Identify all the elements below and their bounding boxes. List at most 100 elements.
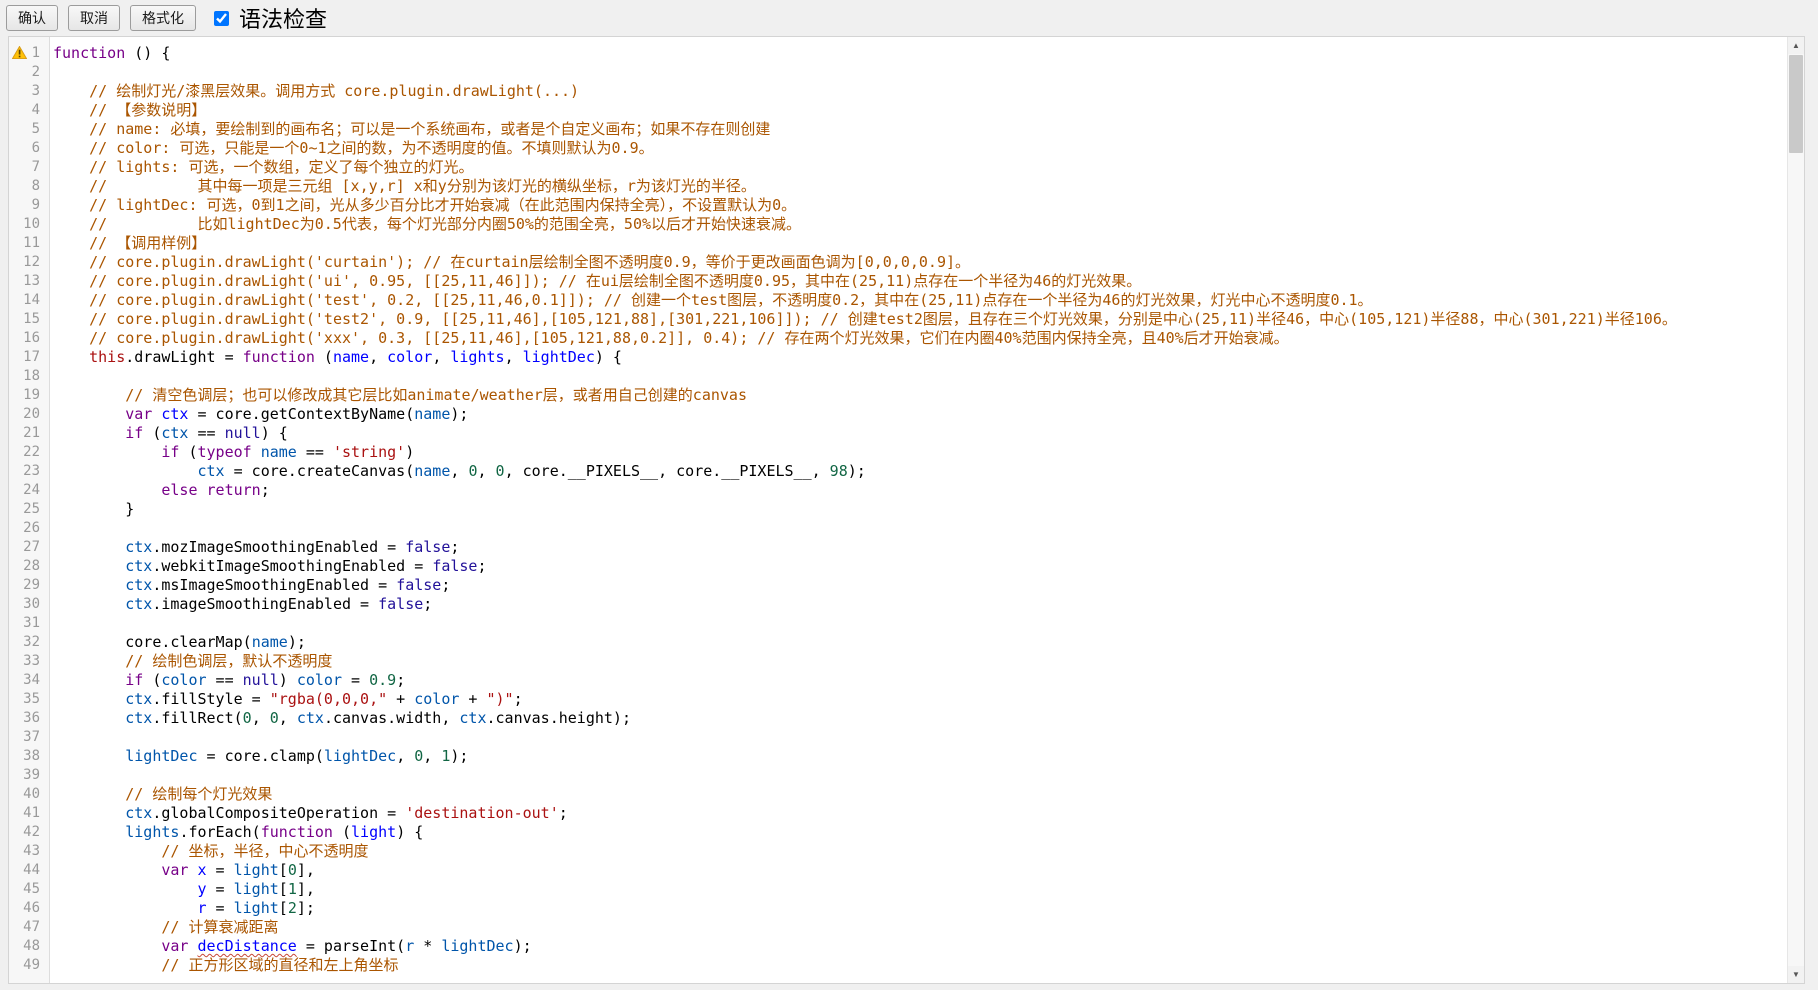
line-number: 16 — [9, 329, 45, 348]
code-line[interactable]: 38 lightDec = core.clamp(lightDec, 0, 1)… — [9, 747, 1787, 766]
line-number: 2 — [9, 63, 45, 82]
code-editor[interactable]: 1function () {23 // 绘制灯光/漆黑层效果。调用方式 core… — [8, 36, 1805, 984]
code-line[interactable]: 47 // 计算衰减距离 — [9, 918, 1787, 937]
line-number: 8 — [9, 177, 45, 196]
confirm-button[interactable]: 确认 — [6, 5, 58, 31]
code-line[interactable]: 48 var decDistance = parseInt(r * lightD… — [9, 937, 1787, 956]
code-line[interactable]: 21 if (ctx == null) { — [9, 424, 1787, 443]
code-line[interactable]: 1function () { — [9, 44, 1787, 63]
line-number: 12 — [9, 253, 45, 272]
line-number: 22 — [9, 443, 45, 462]
code-line[interactable]: 37 — [9, 728, 1787, 747]
code-line[interactable]: 24 else return; — [9, 481, 1787, 500]
toolbar: 确认 取消 格式化 语法检查 — [0, 0, 1818, 36]
code-line[interactable]: 31 — [9, 614, 1787, 633]
line-number: 31 — [9, 614, 45, 633]
code-line[interactable]: 17 this.drawLight = function (name, colo… — [9, 348, 1787, 367]
cancel-button[interactable]: 取消 — [68, 5, 120, 31]
code-line[interactable]: 13 // core.plugin.drawLight('ui', 0.95, … — [9, 272, 1787, 291]
code-line[interactable]: 42 lights.forEach(function (light) { — [9, 823, 1787, 842]
code-line[interactable]: 49 // 正方形区域的直径和左上角坐标 — [9, 956, 1787, 975]
scroll-down-button[interactable]: ▼ — [1788, 966, 1804, 983]
code-line[interactable]: 45 y = light[1], — [9, 880, 1787, 899]
line-number: 48 — [9, 937, 45, 956]
code-line[interactable]: 5 // name: 必填，要绘制到的画布名；可以是一个系统画布，或者是个自定义… — [9, 120, 1787, 139]
code-line[interactable]: 19 // 清空色调层；也可以修改成其它层比如animate/weather层，… — [9, 386, 1787, 405]
code-line[interactable]: 26 — [9, 519, 1787, 538]
code-line[interactable]: 34 if (color == null) color = 0.9; — [9, 671, 1787, 690]
line-number: 37 — [9, 728, 45, 747]
code-line[interactable]: 11 // 【调用样例】 — [9, 234, 1787, 253]
code-line[interactable]: 8 // 其中每一项是三元组 [x,y,r] x和y分别为该灯光的横纵坐标，r为… — [9, 177, 1787, 196]
line-number: 6 — [9, 139, 45, 158]
code-line[interactable]: 6 // color: 可选，只能是一个0~1之间的数，为不透明度的值。不填则默… — [9, 139, 1787, 158]
line-number: 33 — [9, 652, 45, 671]
code-line[interactable]: 39 — [9, 766, 1787, 785]
scrollbar[interactable]: ▲ ▼ — [1787, 37, 1804, 983]
code-line[interactable]: 2 — [9, 63, 1787, 82]
code-line[interactable]: 7 // lights: 可选，一个数组，定义了每个独立的灯光。 — [9, 158, 1787, 177]
line-number: 32 — [9, 633, 45, 652]
code-line[interactable]: 30 ctx.imageSmoothingEnabled = false; — [9, 595, 1787, 614]
code-line[interactable]: 9 // lightDec: 可选，0到1之间，光从多少百分比才开始衰减（在此范… — [9, 196, 1787, 215]
code-line[interactable]: 20 var ctx = core.getContextByName(name)… — [9, 405, 1787, 424]
syntax-check-checkbox[interactable] — [214, 11, 229, 26]
line-number: 5 — [9, 120, 45, 139]
format-button[interactable]: 格式化 — [130, 5, 196, 31]
code-line[interactable]: 41 ctx.globalCompositeOperation = 'desti… — [9, 804, 1787, 823]
syntax-check-label: 语法检查 — [239, 2, 327, 34]
code-line[interactable]: 33 // 绘制色调层，默认不透明度 — [9, 652, 1787, 671]
code-line[interactable]: 16 // core.plugin.drawLight('xxx', 0.3, … — [9, 329, 1787, 348]
code-line[interactable]: 22 if (typeof name == 'string') — [9, 443, 1787, 462]
line-number: 44 — [9, 861, 45, 880]
line-number: 21 — [9, 424, 45, 443]
line-number: 42 — [9, 823, 45, 842]
code-line[interactable]: 36 ctx.fillRect(0, 0, ctx.canvas.width, … — [9, 709, 1787, 728]
scroll-thumb[interactable] — [1789, 55, 1803, 153]
line-number: 26 — [9, 519, 45, 538]
code-line[interactable]: 15 // core.plugin.drawLight('test2', 0.9… — [9, 310, 1787, 329]
line-number: 4 — [9, 101, 45, 120]
scroll-up-button[interactable]: ▲ — [1788, 37, 1804, 54]
line-number: 24 — [9, 481, 45, 500]
code-line[interactable]: 25 } — [9, 500, 1787, 519]
line-number: 17 — [9, 348, 45, 367]
code-line[interactable]: 23 ctx = core.createCanvas(name, 0, 0, c… — [9, 462, 1787, 481]
code-line[interactable]: 12 // core.plugin.drawLight('curtain'); … — [9, 253, 1787, 272]
line-number: 18 — [9, 367, 45, 386]
code-line[interactable]: 28 ctx.webkitImageSmoothingEnabled = fal… — [9, 557, 1787, 576]
code-line[interactable]: 35 ctx.fillStyle = "rgba(0,0,0," + color… — [9, 690, 1787, 709]
line-number: 40 — [9, 785, 45, 804]
code-line[interactable]: 43 // 坐标，半径，中心不透明度 — [9, 842, 1787, 861]
code-line[interactable]: 46 r = light[2]; — [9, 899, 1787, 918]
code-line[interactable]: 44 var x = light[0], — [9, 861, 1787, 880]
code-line[interactable]: 18 — [9, 367, 1787, 386]
warning-icon[interactable] — [12, 46, 27, 59]
line-number: 11 — [9, 234, 45, 253]
chevron-up-icon: ▲ — [1792, 41, 1800, 50]
line-number: 27 — [9, 538, 45, 557]
line-number: 35 — [9, 690, 45, 709]
line-number: 28 — [9, 557, 45, 576]
code-line[interactable]: 27 ctx.mozImageSmoothingEnabled = false; — [9, 538, 1787, 557]
line-number: 25 — [9, 500, 45, 519]
line-number: 47 — [9, 918, 45, 937]
line-number: 14 — [9, 291, 45, 310]
line-number: 3 — [9, 82, 45, 101]
code-line[interactable]: 4 // 【参数说明】 — [9, 101, 1787, 120]
code-line[interactable]: 29 ctx.msImageSmoothingEnabled = false; — [9, 576, 1787, 595]
line-number: 41 — [9, 804, 45, 823]
code-line[interactable]: 3 // 绘制灯光/漆黑层效果。调用方式 core.plugin.drawLig… — [9, 82, 1787, 101]
line-number: 7 — [9, 158, 45, 177]
code-line[interactable]: 32 core.clearMap(name); — [9, 633, 1787, 652]
line-number: 39 — [9, 766, 45, 785]
code-line[interactable]: 10 // 比如lightDec为0.5代表，每个灯光部分内圈50%的范围全亮，… — [9, 215, 1787, 234]
line-number: 10 — [9, 215, 45, 234]
code-lines[interactable]: 1function () {23 // 绘制灯光/漆黑层效果。调用方式 core… — [9, 37, 1787, 983]
code-line[interactable]: 40 // 绘制每个灯光效果 — [9, 785, 1787, 804]
line-number: 34 — [9, 671, 45, 690]
line-number: 23 — [9, 462, 45, 481]
code-line[interactable]: 14 // core.plugin.drawLight('test', 0.2,… — [9, 291, 1787, 310]
line-number: 13 — [9, 272, 45, 291]
line-number: 36 — [9, 709, 45, 728]
